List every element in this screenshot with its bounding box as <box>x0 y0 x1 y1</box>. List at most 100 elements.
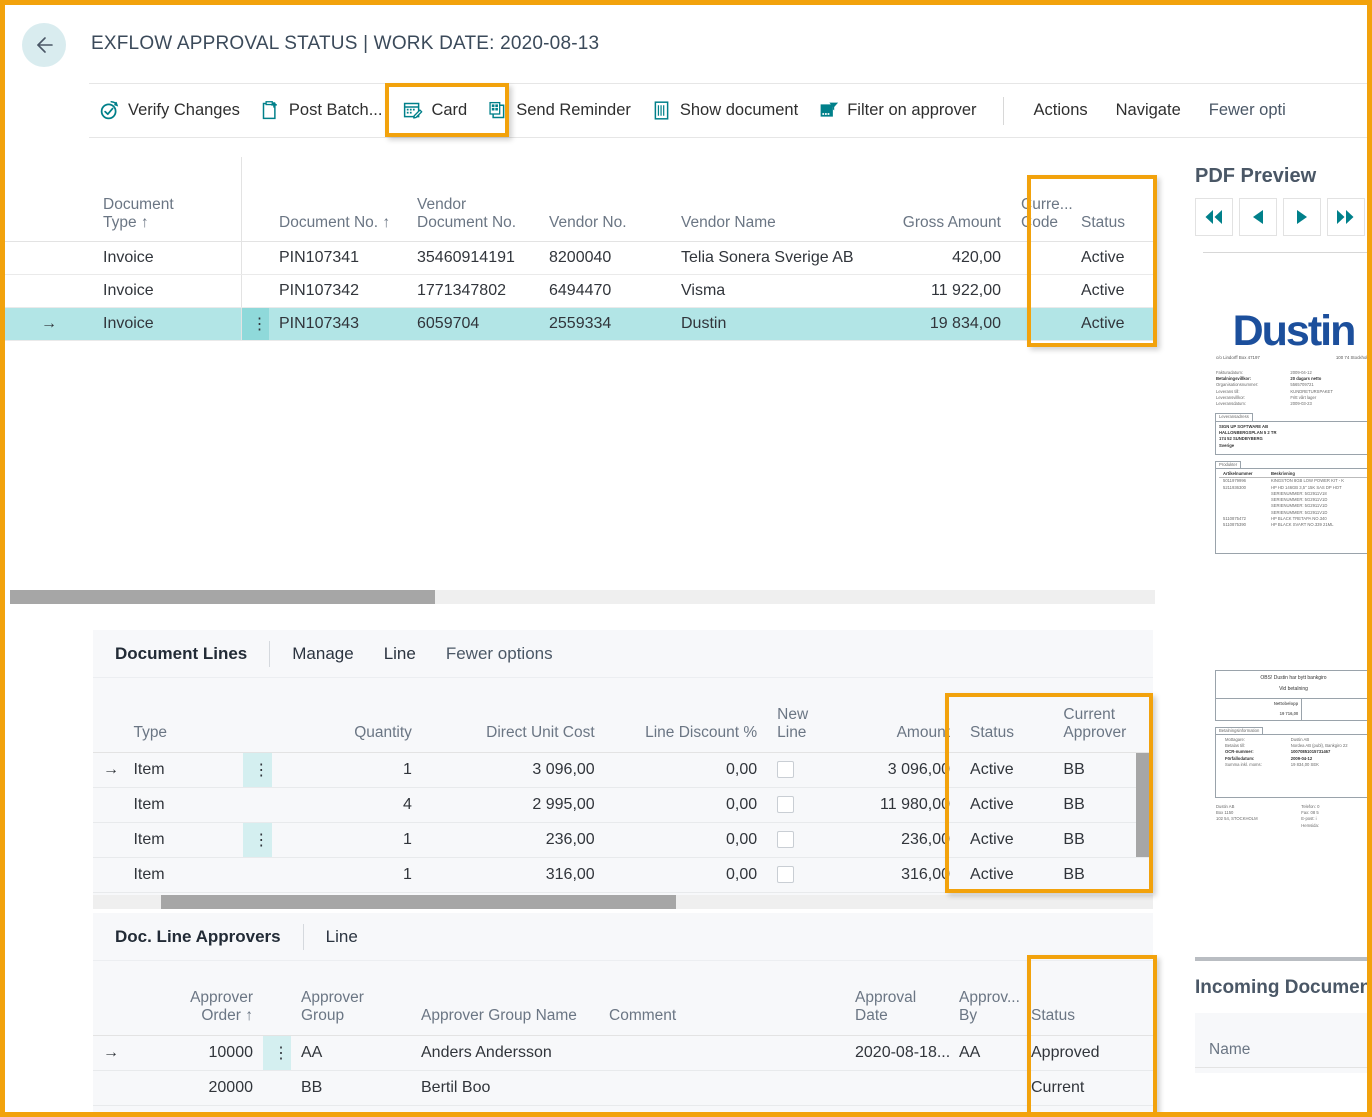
cell-currency-code[interactable] <box>1011 274 1071 308</box>
cell-type[interactable]: Item <box>123 752 244 788</box>
col-type[interactable]: Type <box>123 678 244 753</box>
cell-amount[interactable]: 316,00 <box>848 857 961 893</box>
cell-direct-unit-cost[interactable]: 316,00 <box>421 857 605 893</box>
send-reminder-button[interactable]: Send Reminder <box>477 94 641 127</box>
col-vendor-document-no[interactable]: Vendor Document No. <box>407 157 539 242</box>
table-row[interactable]: → 10000 ⋮ AA Anders Andersson 2020-08-18… <box>93 1035 1153 1071</box>
new-line-checkbox[interactable] <box>777 830 795 848</box>
vertical-scrollbar-document-lines[interactable] <box>1136 753 1152 857</box>
cell-approved-by[interactable]: AA <box>949 1035 1021 1071</box>
cell-status[interactable]: Active <box>1071 274 1155 308</box>
col-approval-date[interactable]: Approval Date <box>845 961 949 1036</box>
col-status[interactable]: Status <box>1021 961 1153 1036</box>
col-line-discount-pct[interactable]: Line Discount % <box>604 678 768 753</box>
cell-status[interactable]: Approved <box>1021 1035 1153 1071</box>
document-lines-fewer-options-action[interactable]: Fewer options <box>446 644 553 664</box>
cell-document-no[interactable]: PIN107343 <box>269 307 407 341</box>
show-document-button[interactable]: Show document <box>641 94 808 127</box>
document-lines-line-action[interactable]: Line <box>384 644 416 664</box>
cell-status[interactable]: Active <box>960 787 1054 823</box>
col-quantity[interactable]: Quantity <box>271 678 422 753</box>
cell-status[interactable]: Active <box>1071 241 1155 275</box>
horizontal-scrollbar-top[interactable] <box>10 590 1155 604</box>
actions-menu[interactable]: Actions <box>1020 95 1102 126</box>
table-row[interactable]: Invoice PIN107341 35460914191 8200040 Te… <box>5 241 1155 275</box>
cell-comment[interactable] <box>599 1035 845 1071</box>
new-line-checkbox[interactable] <box>777 795 795 813</box>
cell-vendor-no[interactable]: 8200040 <box>539 241 671 275</box>
cell-vendor-document-no[interactable]: 6059704 <box>407 307 539 341</box>
cell-line-discount-pct[interactable]: 0,00 <box>604 857 768 893</box>
cell-new-line[interactable] <box>767 822 849 858</box>
col-vendor-no[interactable]: Vendor No. <box>539 157 671 242</box>
col-currency-code[interactable]: Curre... Code <box>1011 157 1073 242</box>
cell-line-discount-pct[interactable]: 0,00 <box>604 822 768 858</box>
card-button[interactable]: Card <box>392 94 477 127</box>
cell-type[interactable]: Item <box>123 822 244 858</box>
cell-document-no[interactable]: PIN107342 <box>269 274 407 308</box>
col-approver-group-name[interactable]: Approver Group Name <box>411 961 599 1036</box>
col-status[interactable]: Status <box>1071 157 1155 242</box>
horizontal-scrollbar-document-lines[interactable] <box>93 895 1153 909</box>
row-menu-button[interactable]: ⋮ <box>243 752 272 788</box>
pdf-document-thumbnail[interactable]: Dustin c/o Lindorff Box 47197 100 74 Sto… <box>1210 290 1367 930</box>
cell-amount[interactable]: 11 980,00 <box>848 787 961 823</box>
cell-vendor-name[interactable]: Dustin <box>671 307 883 341</box>
cell-vendor-name[interactable]: Telia Sonera Sverige AB <box>671 241 883 275</box>
cell-amount[interactable]: 236,00 <box>848 822 961 858</box>
post-batch-button[interactable]: Post Batch... <box>250 94 393 127</box>
cell-vendor-document-no[interactable]: 1771347802 <box>407 274 539 308</box>
cell-direct-unit-cost[interactable]: 3 096,00 <box>421 752 605 788</box>
fewer-options-menu[interactable]: Fewer opti <box>1195 95 1300 126</box>
cell-status[interactable]: Active <box>960 752 1054 788</box>
cell-approver-group-name[interactable]: Bertil Boo <box>411 1070 599 1106</box>
cell-currency-code[interactable] <box>1011 241 1071 275</box>
new-line-checkbox[interactable] <box>777 760 795 778</box>
col-document-no[interactable]: Document No. ↑ <box>269 157 407 242</box>
scrollbar-thumb[interactable] <box>161 895 676 909</box>
navigate-menu[interactable]: Navigate <box>1102 95 1195 126</box>
col-approver-order[interactable]: Approver Order ↑ <box>123 961 263 1036</box>
cell-approved-by[interactable] <box>949 1070 1021 1106</box>
cell-status[interactable]: Active <box>960 857 1054 893</box>
table-row[interactable]: → Item ⋮ 1 3 096,00 0,00 3 096,00 Active… <box>93 752 1153 788</box>
cell-document-type[interactable]: Invoice <box>93 241 241 275</box>
col-approver-group[interactable]: Approver Group <box>291 961 411 1036</box>
cell-quantity[interactable]: 1 <box>271 857 422 893</box>
cell-approver-group-name[interactable]: Anders Andersson <box>411 1035 599 1071</box>
scrollbar-thumb[interactable] <box>10 590 435 604</box>
first-page-button[interactable] <box>1195 198 1233 236</box>
table-row[interactable]: Item 1 316,00 0,00 316,00 Active BB <box>93 857 1153 893</box>
document-lines-manage-action[interactable]: Manage <box>292 644 353 664</box>
last-page-button[interactable] <box>1327 198 1365 236</box>
cell-direct-unit-cost[interactable]: 2 995,00 <box>421 787 605 823</box>
col-new-line[interactable]: New Line <box>767 678 849 753</box>
cell-approver-order[interactable]: 20000 <box>123 1070 263 1106</box>
row-menu-button[interactable]: ⋮ <box>263 1035 291 1071</box>
table-row[interactable]: 20000 BB Bertil Boo Current <box>93 1070 1153 1106</box>
previous-page-button[interactable] <box>1239 198 1277 236</box>
cell-new-line[interactable] <box>767 787 849 823</box>
cell-status[interactable]: Active <box>1071 307 1155 341</box>
row-menu-button[interactable]: ⋮ <box>240 307 269 341</box>
row-menu-button[interactable] <box>240 274 269 308</box>
verify-changes-button[interactable]: Verify Changes <box>89 94 250 127</box>
filter-on-approver-button[interactable]: Filter on approver <box>808 94 986 127</box>
cell-current-approver[interactable]: BB <box>1053 857 1153 893</box>
col-current-approver[interactable]: Current Approver <box>1053 678 1153 753</box>
cell-quantity[interactable]: 1 <box>271 822 422 858</box>
table-row[interactable]: Invoice PIN107342 1771347802 6494470 Vis… <box>5 274 1155 308</box>
cell-type[interactable]: Item <box>123 787 244 823</box>
row-menu-button[interactable] <box>263 1070 291 1106</box>
cell-gross-amount[interactable]: 11 922,00 <box>883 274 1011 308</box>
cell-new-line[interactable] <box>767 857 849 893</box>
cell-line-discount-pct[interactable]: 0,00 <box>604 752 768 788</box>
cell-comment[interactable] <box>599 1070 845 1106</box>
col-approved-by[interactable]: Approv... By <box>949 961 1021 1036</box>
table-row[interactable]: Item 4 2 995,00 0,00 11 980,00 Active BB <box>93 787 1153 823</box>
table-row-selected[interactable]: → Invoice ⋮ PIN107343 6059704 2559334 Du… <box>5 307 1155 341</box>
doc-line-approvers-line-action[interactable]: Line <box>326 927 358 947</box>
new-line-checkbox[interactable] <box>777 865 795 883</box>
cell-new-line[interactable] <box>767 752 849 788</box>
cell-approval-date[interactable] <box>845 1070 949 1106</box>
